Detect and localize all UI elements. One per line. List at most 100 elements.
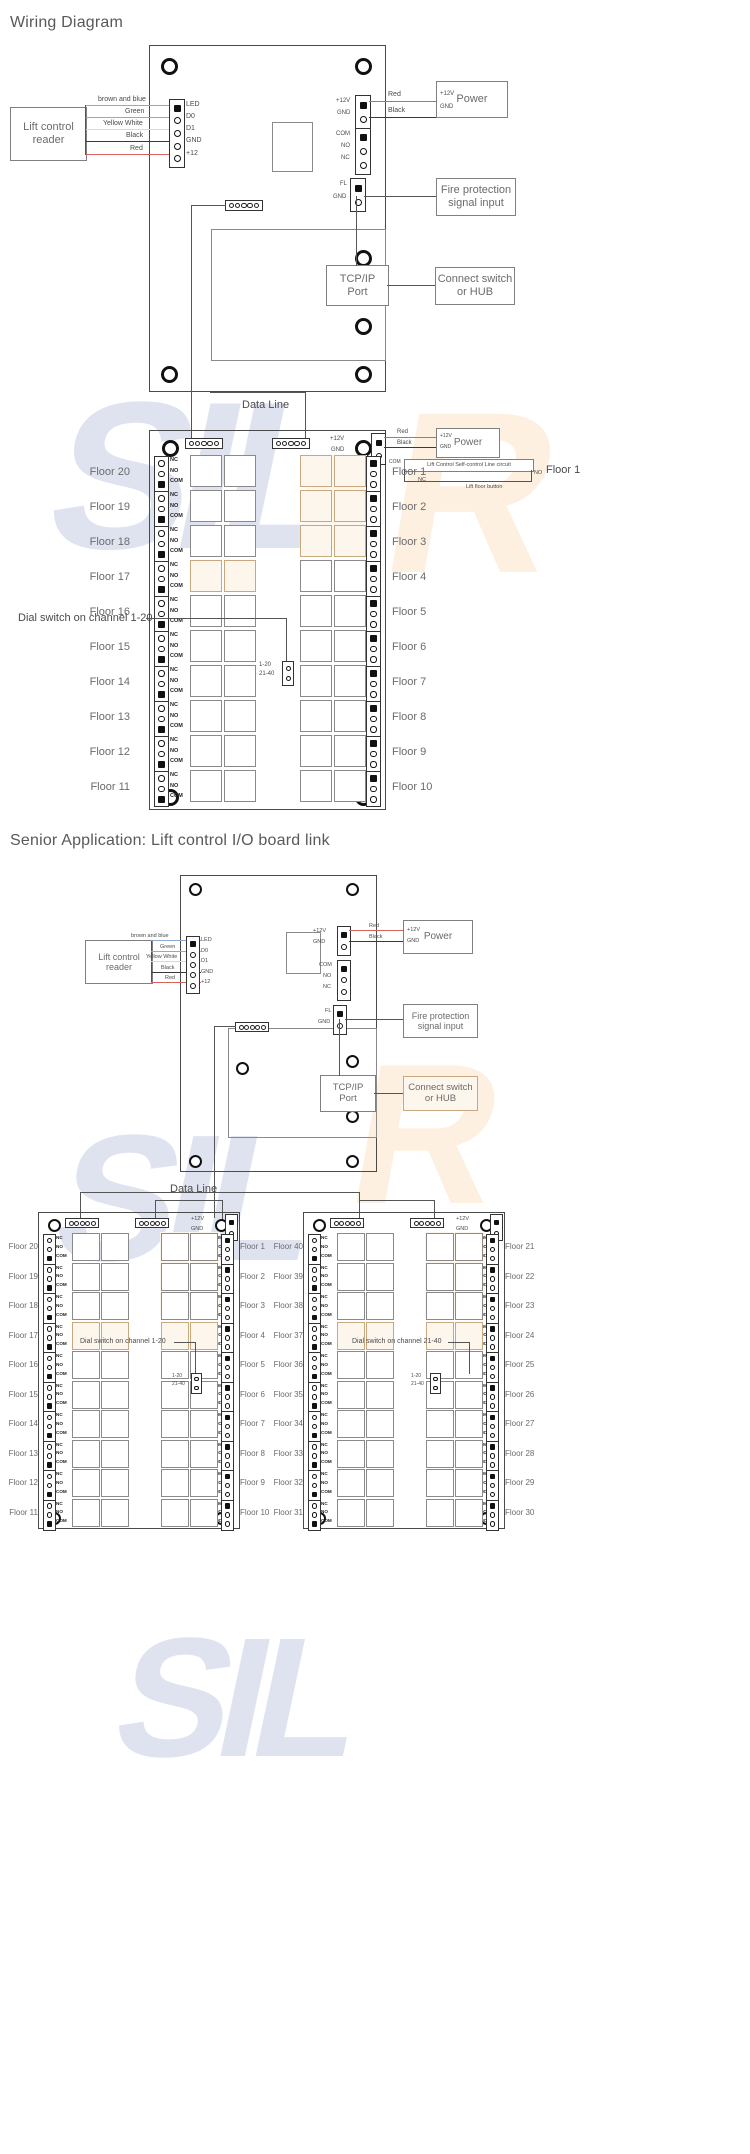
terminal-pin[interactable] <box>370 575 377 583</box>
terminal-pin[interactable] <box>311 1296 318 1303</box>
terminal-pin[interactable] <box>158 635 165 642</box>
floor-terminal-block[interactable] <box>154 526 169 562</box>
terminal-pin[interactable] <box>46 1385 53 1391</box>
terminal-pin-com[interactable] <box>224 1414 231 1421</box>
terminal-pin-com[interactable] <box>224 1326 231 1332</box>
terminal-pin-com[interactable] <box>158 761 165 768</box>
floor-terminal-block[interactable] <box>154 561 169 597</box>
terminal-pin[interactable] <box>311 1385 318 1391</box>
terminal-pin[interactable] <box>224 1373 231 1380</box>
terminal-pin[interactable] <box>158 495 165 502</box>
floor-terminal-block[interactable] <box>154 736 169 772</box>
header-pin[interactable] <box>413 1220 419 1226</box>
terminal-pin[interactable] <box>158 750 165 758</box>
header-pin[interactable] <box>435 1220 441 1226</box>
terminal-pin[interactable] <box>158 610 165 618</box>
terminal-pin[interactable] <box>370 785 377 793</box>
floor-terminal-block[interactable] <box>43 1263 56 1295</box>
terminal-pin[interactable] <box>489 1276 496 1282</box>
terminal-pin[interactable] <box>370 750 377 758</box>
pin-d0[interactable] <box>173 117 181 125</box>
header-pin[interactable] <box>275 440 282 447</box>
terminal-pin[interactable] <box>489 1246 496 1253</box>
pin-gnd[interactable] <box>190 972 196 979</box>
io-data-header-out[interactable] <box>272 438 310 449</box>
floor-terminal-block[interactable] <box>486 1499 499 1531</box>
pin-power-gnd[interactable] <box>341 944 347 950</box>
terminal-pin[interactable] <box>489 1364 496 1371</box>
terminal-pin-com[interactable] <box>46 1314 53 1321</box>
terminal-pin-com[interactable] <box>370 600 377 607</box>
terminal-pin-com[interactable] <box>370 775 377 782</box>
header-pin[interactable] <box>238 1024 244 1030</box>
terminal-pin[interactable] <box>46 1335 53 1341</box>
terminal-pin[interactable] <box>370 761 377 768</box>
floor-terminal-block[interactable] <box>366 666 381 702</box>
senior-b-dial-switch[interactable] <box>430 1373 441 1394</box>
header-pin[interactable] <box>249 1024 255 1030</box>
terminal-pin[interactable] <box>158 505 165 513</box>
pin-power-gnd[interactable] <box>359 115 367 123</box>
relay-output-terminal[interactable] <box>355 128 371 175</box>
terminal-pin-com[interactable] <box>489 1326 496 1332</box>
floor-terminal-block[interactable] <box>366 736 381 772</box>
dial-pin-top[interactable] <box>433 1377 438 1382</box>
header-pin[interactable] <box>195 440 201 447</box>
terminal-pin-com[interactable] <box>311 1344 318 1350</box>
terminal-pin[interactable] <box>370 481 377 488</box>
floor-terminal-block[interactable] <box>486 1470 499 1501</box>
terminal-pin[interactable] <box>370 540 377 548</box>
terminal-pin[interactable] <box>224 1285 231 1291</box>
terminal-pin-com[interactable] <box>311 1285 318 1291</box>
terminal-pin[interactable] <box>489 1491 496 1498</box>
floor-terminal-block[interactable] <box>43 1381 56 1413</box>
dial-pin-bottom[interactable] <box>433 1385 438 1390</box>
terminal-pin[interactable] <box>46 1503 53 1509</box>
terminal-pin-com[interactable] <box>370 495 377 502</box>
terminal-pin-com[interactable] <box>370 565 377 572</box>
senior-relay-terminal[interactable] <box>337 960 351 1001</box>
floor-terminal-block[interactable] <box>221 1440 234 1472</box>
terminal-pin[interactable] <box>46 1296 53 1303</box>
header-pin[interactable] <box>288 440 294 447</box>
terminal-pin[interactable] <box>46 1473 53 1480</box>
terminal-pin[interactable] <box>46 1276 53 1282</box>
header-pin[interactable] <box>213 440 220 447</box>
terminal-pin[interactable] <box>224 1314 231 1321</box>
terminal-pin-com[interactable] <box>224 1444 231 1450</box>
terminal-pin-com[interactable] <box>46 1491 53 1498</box>
terminal-pin[interactable] <box>489 1394 496 1400</box>
terminal-pin[interactable] <box>370 796 377 803</box>
pin-12v[interactable] <box>173 155 181 163</box>
terminal-pin-com[interactable] <box>158 796 165 803</box>
floor-terminal-block[interactable] <box>43 1352 56 1383</box>
terminal-pin[interactable] <box>489 1521 496 1527</box>
terminal-pin[interactable] <box>311 1267 318 1273</box>
terminal-pin-com[interactable] <box>224 1385 231 1391</box>
terminal-pin[interactable] <box>311 1473 318 1480</box>
terminal-pin-com[interactable] <box>370 705 377 712</box>
header-pin[interactable] <box>333 1220 339 1226</box>
header-pin[interactable] <box>74 1220 79 1226</box>
terminal-pin-com[interactable] <box>489 1444 496 1450</box>
terminal-pin-com[interactable] <box>158 726 165 733</box>
terminal-pin[interactable] <box>46 1305 53 1312</box>
header-pin[interactable] <box>282 440 288 447</box>
terminal-pin-com[interactable] <box>224 1296 231 1303</box>
terminal-pin[interactable] <box>224 1364 231 1371</box>
header-pin[interactable] <box>294 440 300 447</box>
terminal-pin-com[interactable] <box>489 1473 496 1480</box>
terminal-pin[interactable] <box>489 1453 496 1459</box>
terminal-pin[interactable] <box>311 1444 318 1450</box>
terminal-pin[interactable] <box>489 1373 496 1380</box>
floor-terminal-block[interactable] <box>308 1411 321 1442</box>
floor-terminal-block[interactable] <box>308 1440 321 1472</box>
floor-terminal-block[interactable] <box>43 1322 56 1354</box>
terminal-pin-com[interactable] <box>311 1521 318 1527</box>
header-pin[interactable] <box>90 1220 96 1226</box>
floor-terminal-block[interactable] <box>366 701 381 737</box>
pin-led[interactable] <box>173 104 181 112</box>
terminal-pin[interactable] <box>224 1453 231 1459</box>
terminal-pin-com[interactable] <box>224 1237 231 1244</box>
floor-terminal-block[interactable] <box>221 1234 234 1265</box>
